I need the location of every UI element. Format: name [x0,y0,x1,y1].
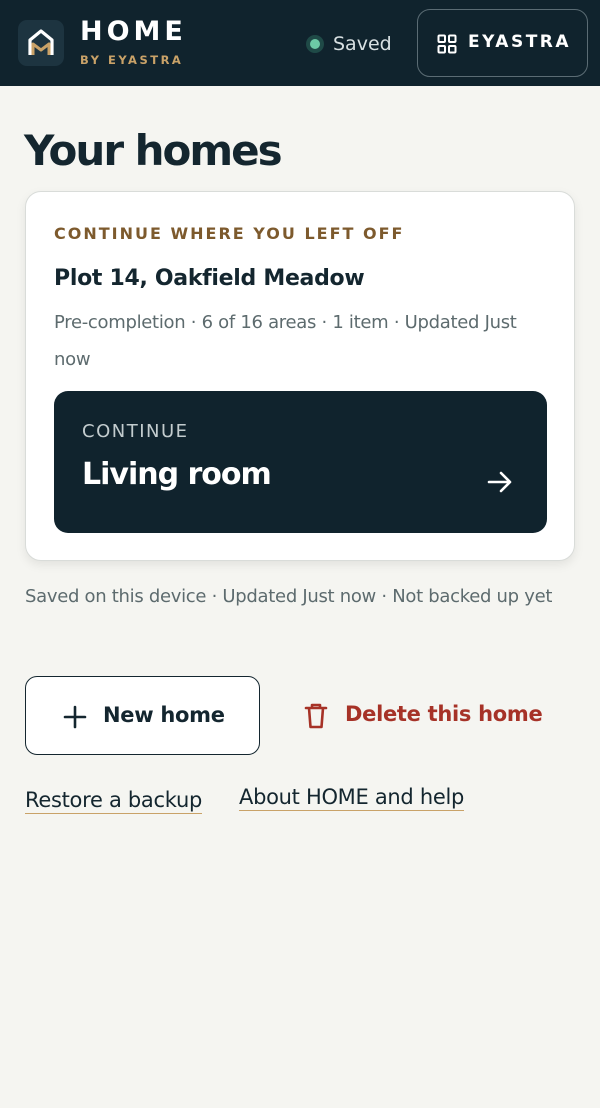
top-bar: HOME BY EYASTRA Saved EYASTRA [0,0,600,86]
home-meta: Pre-completion · 6 of 16 areas · 1 item … [54,312,517,370]
grid-icon [437,34,457,54]
resume-card: CONTINUE WHERE YOU LEFT OFF Plot 14, Oak… [25,191,575,561]
about-help-link[interactable]: About HOME and help [239,785,464,811]
continue-button[interactable]: CONTINUE Living room [54,391,547,533]
restore-backup-link[interactable]: Restore a backup [25,788,202,814]
new-home-label: New home [103,703,225,727]
brand-subtitle: BY EYASTRA [80,53,184,67]
arrow-right-icon [487,471,512,493]
resume-card-eyebrow: CONTINUE WHERE YOU LEFT OFF [54,224,405,243]
plus-icon [63,705,87,729]
page-title: Your homes [24,126,283,175]
home-name: Plot 14, Oakfield Meadow [54,266,365,291]
home-logo-icon[interactable] [18,20,64,66]
new-home-button[interactable]: New home [25,676,260,755]
backup-status-line: Saved on this device · Updated Just now … [25,586,553,607]
trash-icon [304,703,328,729]
saved-status-dot-icon [306,35,324,53]
saved-status-label: Saved [333,33,392,55]
delete-home-button[interactable]: Delete this home [290,676,550,755]
delete-home-label: Delete this home [345,702,543,726]
continue-eyebrow: CONTINUE [82,421,189,442]
continue-room-name: Living room [82,457,272,492]
menu-button-label: EYASTRA [468,32,572,52]
brand-title: HOME [80,16,187,47]
eyastra-menu-button[interactable]: EYASTRA [417,9,588,77]
